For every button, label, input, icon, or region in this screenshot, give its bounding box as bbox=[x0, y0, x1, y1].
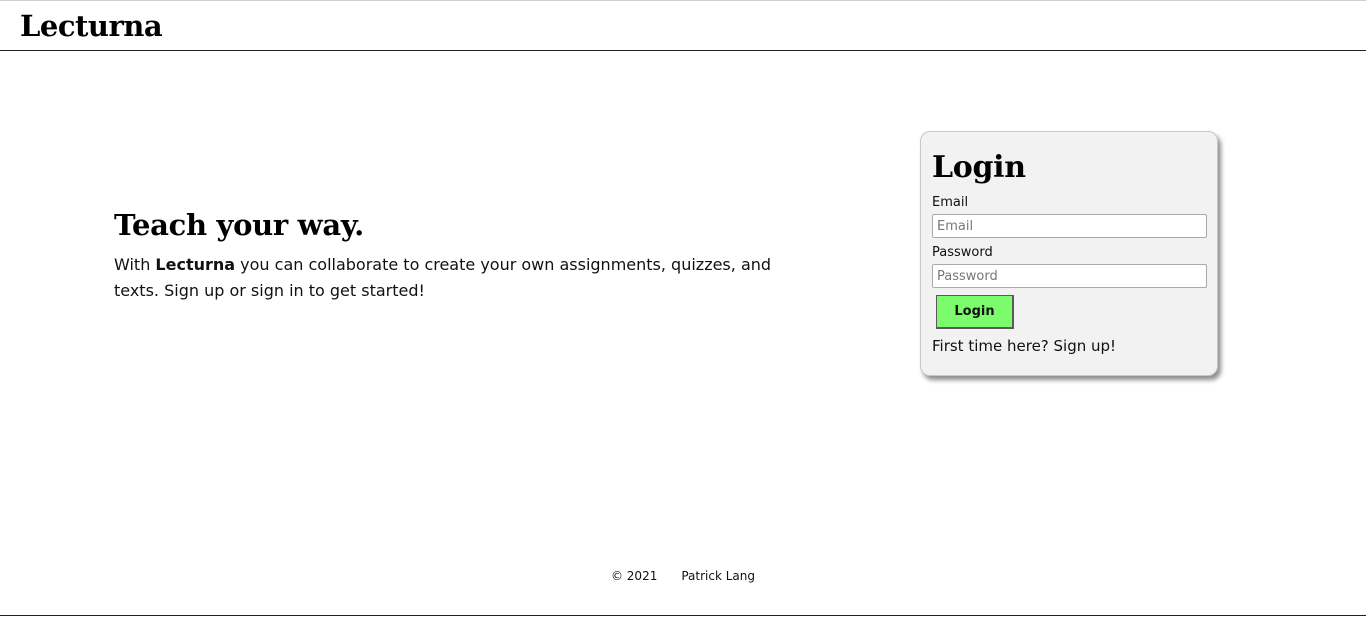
site-header: Lecturna bbox=[0, 1, 1366, 51]
brand-logo[interactable]: Lecturna bbox=[20, 9, 163, 43]
password-label: Password bbox=[932, 245, 993, 260]
hero-brand-name: Lecturna bbox=[155, 255, 236, 274]
footer-copyright: © 2021 bbox=[610, 569, 658, 583]
hero-title: Teach your way. bbox=[114, 208, 364, 242]
footer-author: Patrick Lang bbox=[681, 569, 755, 583]
login-card: Login Email Password Login First time he… bbox=[920, 131, 1218, 376]
site-footer: © 2021 Patrick Lang bbox=[0, 569, 1366, 583]
email-label: Email bbox=[932, 195, 969, 210]
signup-link[interactable]: First time here? Sign up! bbox=[932, 337, 1206, 355]
email-input[interactable] bbox=[932, 214, 1207, 238]
password-input[interactable] bbox=[932, 264, 1207, 288]
hero-section: Teach your way. With Lecturna you can co… bbox=[114, 208, 814, 304]
hero-text-before: With bbox=[114, 255, 156, 274]
login-title: Login bbox=[932, 150, 1026, 185]
login-button[interactable]: Login bbox=[936, 295, 1014, 329]
hero-description: With Lecturna you can collaborate to cre… bbox=[114, 252, 804, 304]
bottom-border bbox=[0, 615, 1366, 616]
